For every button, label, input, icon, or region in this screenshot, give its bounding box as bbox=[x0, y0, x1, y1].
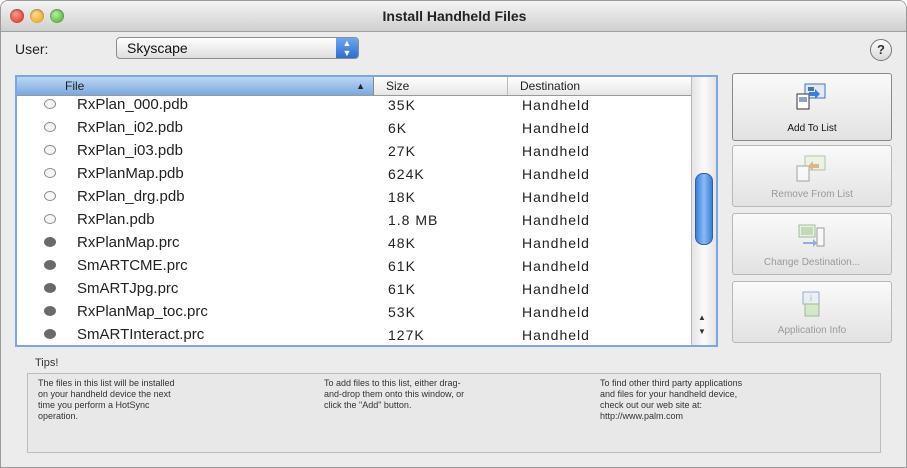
file-name: RxPlanMap.pdb bbox=[77, 165, 184, 182]
file-destination: Handheld bbox=[522, 143, 590, 159]
title-bar: Install Handheld Files bbox=[1, 1, 906, 32]
file-size: 35K bbox=[388, 97, 416, 113]
remove-from-list-icon bbox=[796, 155, 826, 182]
scrollbar-thumb[interactable] bbox=[695, 173, 713, 245]
file-name: RxPlanMap.prc bbox=[77, 234, 180, 251]
tip-add-files: To add files to this list, either drag- … bbox=[324, 378, 465, 410]
file-size: 61K bbox=[388, 258, 416, 274]
table-row[interactable]: SmARTJpg.prc 61K Handheld bbox=[17, 277, 692, 300]
file-name: RxPlan.pdb bbox=[77, 211, 155, 228]
vertical-scrollbar[interactable]: ▲ ▼ bbox=[691, 77, 716, 345]
column-header-file[interactable]: File ▲ bbox=[17, 77, 374, 95]
file-destination: Handheld bbox=[522, 120, 590, 136]
install-handheld-files-window: Install Handheld Files User: Skyscape ▲ ▼… bbox=[0, 0, 907, 468]
file-name: RxPlanMap_toc.prc bbox=[77, 303, 208, 320]
column-header-destination-label: Destination bbox=[520, 79, 581, 93]
pdb-file-icon bbox=[44, 191, 56, 201]
add-to-list-icon bbox=[796, 83, 826, 110]
file-destination: Handheld bbox=[522, 281, 590, 297]
file-rows: RxPlan_000.pdb 35K Handheld RxPlan_i02.p… bbox=[17, 93, 692, 345]
help-button[interactable]: ? bbox=[870, 39, 892, 61]
tips-title: Tips! bbox=[35, 357, 59, 369]
window-title: Install Handheld Files bbox=[382, 8, 527, 24]
svg-text:i: i bbox=[810, 294, 812, 303]
pdb-file-icon bbox=[44, 168, 56, 178]
application-info-icon: i bbox=[802, 291, 820, 317]
file-destination: Handheld bbox=[522, 304, 590, 320]
pdb-file-icon bbox=[44, 99, 56, 109]
file-destination: Handheld bbox=[522, 97, 590, 113]
file-destination: Handheld bbox=[522, 212, 590, 228]
table-row[interactable]: RxPlan.pdb 1.8 MB Handheld bbox=[17, 208, 692, 231]
file-size: 53K bbox=[388, 304, 416, 320]
file-size: 127K bbox=[388, 327, 425, 343]
table-row[interactable]: RxPlan_i03.pdb 27K Handheld bbox=[17, 139, 692, 162]
file-name: SmARTCME.prc bbox=[77, 257, 188, 274]
prc-app-icon bbox=[44, 306, 56, 316]
user-label: User: bbox=[15, 41, 49, 57]
file-destination: Handheld bbox=[522, 327, 590, 343]
file-destination: Handheld bbox=[522, 258, 590, 274]
pdb-file-icon bbox=[44, 214, 56, 224]
prc-app-icon bbox=[44, 283, 56, 293]
file-name: SmARTJpg.prc bbox=[77, 280, 179, 297]
pdb-file-icon bbox=[44, 145, 56, 155]
file-name: SmARTInteract.prc bbox=[77, 326, 205, 343]
column-header-destination[interactable]: Destination bbox=[508, 77, 692, 95]
change-destination-icon bbox=[798, 224, 825, 247]
application-info-label: Application Info bbox=[777, 325, 847, 336]
table-row[interactable]: RxPlanMap_toc.prc 53K Handheld bbox=[17, 300, 692, 323]
table-header: File ▲ Size Destination bbox=[17, 77, 692, 96]
application-info-button[interactable]: i Application Info bbox=[732, 281, 892, 343]
file-size: 18K bbox=[388, 189, 416, 205]
file-size: 61K bbox=[388, 281, 416, 297]
sort-ascending-icon: ▲ bbox=[356, 81, 365, 91]
file-size: 27K bbox=[388, 143, 416, 159]
file-list[interactable]: RxPlan_000.pdb 35K Handheld RxPlan_i02.p… bbox=[15, 75, 718, 347]
tip-third-party: To find other third party applications a… bbox=[600, 378, 743, 421]
file-destination: Handheld bbox=[522, 166, 590, 182]
file-name: RxPlan_000.pdb bbox=[77, 96, 188, 113]
column-header-size-label: Size bbox=[386, 79, 410, 93]
file-size: 624K bbox=[388, 166, 425, 182]
prc-app-icon bbox=[44, 237, 56, 247]
table-row[interactable]: RxPlan_i02.pdb 6K Handheld bbox=[17, 116, 692, 139]
pdb-file-icon bbox=[44, 122, 56, 132]
user-select[interactable]: Skyscape ▲ ▼ bbox=[116, 37, 359, 59]
file-size: 1.8 MB bbox=[388, 212, 439, 228]
add-to-list-button[interactable]: Add To List bbox=[732, 73, 892, 141]
table-row[interactable]: SmARTCME.prc 61K Handheld bbox=[17, 254, 692, 277]
column-header-file-label: File bbox=[65, 79, 85, 93]
scroll-down-arrow-icon[interactable]: ▼ bbox=[698, 327, 706, 336]
file-name: RxPlan_drg.pdb bbox=[77, 188, 185, 205]
table-row[interactable]: RxPlanMap.prc 48K Handheld bbox=[17, 231, 692, 254]
table-row[interactable]: RxPlan_drg.pdb 18K Handheld bbox=[17, 185, 692, 208]
remove-from-list-button[interactable]: Remove From List bbox=[732, 145, 892, 207]
column-header-size[interactable]: Size bbox=[374, 77, 508, 95]
prc-app-icon bbox=[44, 260, 56, 270]
file-destination: Handheld bbox=[522, 235, 590, 251]
remove-from-list-label: Remove From List bbox=[771, 189, 853, 200]
table-row[interactable]: RxPlanMap.pdb 624K Handheld bbox=[17, 162, 692, 185]
table-row[interactable]: SmARTInteract.prc 127K Handheld bbox=[17, 323, 692, 345]
file-name: RxPlan_i02.pdb bbox=[77, 119, 183, 136]
change-destination-button[interactable]: Change Destination... bbox=[732, 213, 892, 275]
user-select-value: Skyscape bbox=[127, 40, 188, 56]
add-to-list-label: Add To List bbox=[787, 123, 837, 134]
file-size: 48K bbox=[388, 235, 416, 251]
prc-app-icon bbox=[44, 329, 56, 339]
file-name: RxPlan_i03.pdb bbox=[77, 142, 183, 159]
file-destination: Handheld bbox=[522, 189, 590, 205]
change-destination-label: Change Destination... bbox=[763, 257, 861, 268]
tips-box: The files in this list will be installed… bbox=[27, 373, 881, 453]
table-row[interactable]: RxPlan_000.pdb 35K Handheld bbox=[17, 93, 692, 116]
file-size: 6K bbox=[388, 120, 408, 136]
updown-arrows-icon: ▲ ▼ bbox=[336, 38, 358, 58]
tip-install-info: The files in this list will be installed… bbox=[38, 378, 175, 421]
scroll-up-arrow-icon[interactable]: ▲ bbox=[698, 313, 706, 322]
